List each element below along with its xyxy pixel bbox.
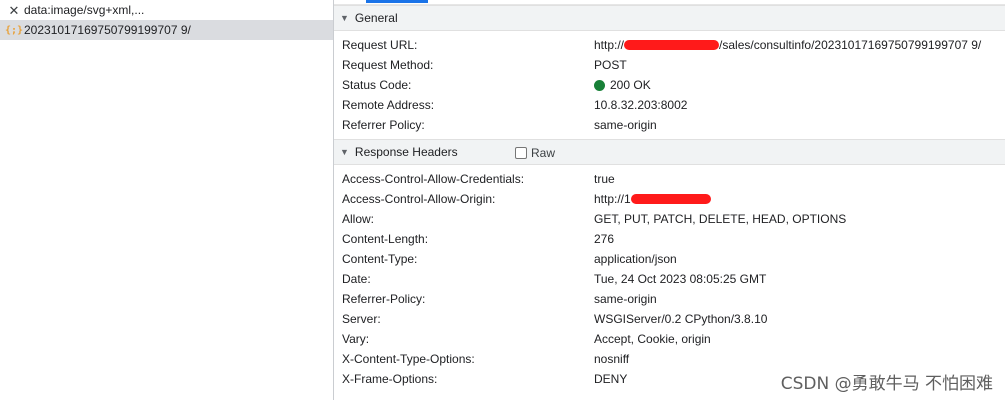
header-key: Server: [342,312,381,326]
active-tab-indicator [366,0,428,3]
header-row: Referrer Policy: same-origin [334,115,1005,135]
request-details: ▼ General Request URL: http:// /sales/co… [334,0,1005,400]
general-section-header[interactable]: ▼ General [334,5,1005,31]
close-icon[interactable]: ✕ [6,4,22,17]
raw-toggle[interactable]: Raw [515,146,555,160]
header-row: Allow: GET, PUT, PATCH, DELETE, HEAD, OP… [334,209,1005,229]
status-ok-icon [594,79,605,91]
header-value: 276 [594,232,615,246]
header-key: X-Content-Type-Options: [342,352,475,366]
header-row: Remote Address: 10.8.32.203:8002 [334,95,1005,115]
header-key: X-Frame-Options: [342,372,438,386]
header-row: Content-Type: application/json [334,249,1005,269]
section-title: General [354,11,398,25]
header-row: Date: Tue, 24 Oct 2023 08:05:25 GMT [334,269,1005,289]
general-rows: Request URL: http:// /sales/consultinfo/… [334,31,1005,139]
header-value: http:// /sales/consultinfo/2023101716975… [594,38,981,52]
header-value: GET, PUT, PATCH, DELETE, HEAD, OPTIONS [594,212,847,226]
header-value: Accept, Cookie, origin [594,332,711,346]
header-key: Status Code: [342,78,412,92]
header-row: Request Method: POST [334,55,1005,75]
header-value: true [594,172,615,186]
devtools-network-panel: ✕ data:image/svg+xml,... {;} 20231017169… [0,0,1005,400]
request-list: ✕ data:image/svg+xml,... {;} 20231017169… [0,0,334,400]
header-key: Access-Control-Allow-Origin: [342,192,496,206]
header-key: Remote Address: [342,98,435,112]
header-value: Tue, 24 Oct 2023 08:05:25 GMT [594,272,767,286]
header-value: POST [594,58,627,72]
request-item-selected[interactable]: {;} 20231017169750799199707 9/ [0,20,333,40]
header-row: Server: WSGIServer/0.2 CPython/3.8.10 [334,309,1005,329]
url-prefix: http:// [594,38,625,52]
header-row: Request URL: http:// /sales/consultinfo/… [334,35,1005,55]
request-name: data:image/svg+xml,... [24,3,145,17]
header-value: same-origin [594,118,657,132]
origin-prefix: http://1 [594,192,631,206]
header-value: http://1 [594,192,711,206]
header-row: Content-Length: 276 [334,229,1005,249]
request-name: 20231017169750799199707 9/ [24,23,191,37]
header-value: WSGIServer/0.2 CPython/3.8.10 [594,312,768,326]
header-value: DENY [594,372,628,386]
status-text: 200 OK [610,78,651,92]
redaction-mark [624,40,720,50]
raw-checkbox[interactable] [515,147,527,159]
header-key: Content-Type: [342,252,418,266]
header-value: nosniff [594,352,630,366]
header-key: Request URL: [342,38,418,52]
header-key: Referrer-Policy: [342,292,426,306]
triangle-down-icon: ▼ [340,13,349,23]
header-key: Vary: [342,332,370,346]
url-suffix: /sales/consultinfo/202310171697507991997… [719,38,982,52]
header-value: same-origin [594,292,657,306]
header-key: Referrer Policy: [342,118,425,132]
header-key: Allow: [342,212,375,226]
response-header-rows: Access-Control-Allow-Credentials: true A… [334,165,1005,393]
request-item[interactable]: ✕ data:image/svg+xml,... [0,0,333,20]
header-row: Access-Control-Allow-Origin: http://1 [334,189,1005,209]
header-value: 10.8.32.203:8002 [594,98,688,112]
response-headers-section-header[interactable]: ▼ Response Headers Raw [334,139,1005,165]
header-key: Request Method: [342,58,434,72]
header-row: Access-Control-Allow-Credentials: true [334,169,1005,189]
header-row: Referrer-Policy: same-origin [334,289,1005,309]
raw-label: Raw [531,146,556,160]
header-value: application/json [594,252,677,266]
header-key: Content-Length: [342,232,429,246]
header-key: Date: [342,272,371,286]
header-row: Vary: Accept, Cookie, origin [334,329,1005,349]
csdn-watermark: CSDN @勇敢牛马 不怕困难 [780,374,993,394]
header-key: Access-Control-Allow-Credentials: [342,172,525,186]
header-row: Status Code: 200 OK [334,75,1005,95]
section-title: Response Headers [354,145,458,159]
header-row: X-Content-Type-Options: nosniff [334,349,1005,369]
redaction-mark [630,194,711,204]
header-value: 200 OK [594,78,651,92]
triangle-down-icon: ▼ [340,147,349,157]
json-icon: {;} [4,24,24,36]
